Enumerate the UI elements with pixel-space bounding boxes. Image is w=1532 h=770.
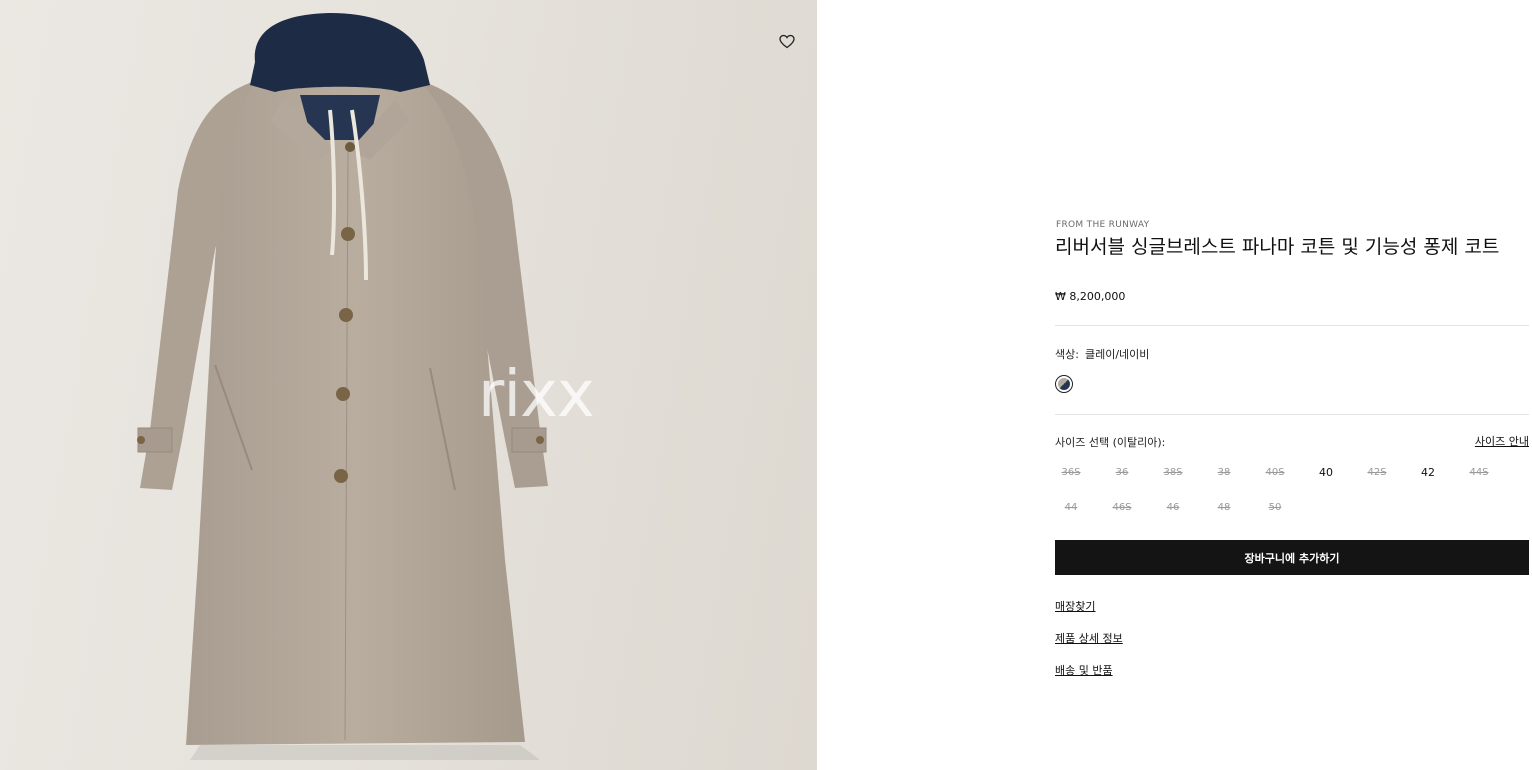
size-guide-link[interactable]: 사이즈 안내 (1475, 433, 1529, 449)
size-label: 사이즈 선택 (이탈리아): (1055, 436, 1166, 449)
color-selection: 색상: 클레이/네이비 (1055, 346, 1149, 362)
shipping-returns-link[interactable]: 배송 및 반품 (1055, 662, 1113, 678)
size-option[interactable]: 36S (1054, 460, 1088, 486)
size-option[interactable]: 38S (1156, 460, 1190, 486)
size-option[interactable]: 50 (1258, 495, 1292, 521)
add-to-cart-button[interactable]: 장바구니에 추가하기 (1055, 540, 1529, 575)
size-option[interactable]: 44S (1462, 460, 1496, 486)
product-image: rixx (0, 0, 817, 770)
color-swatch-clay-navy[interactable] (1055, 375, 1073, 393)
size-option[interactable]: 38 (1207, 460, 1241, 486)
product-price: ₩ 8,200,000 (1055, 290, 1126, 303)
size-option[interactable]: 48 (1207, 495, 1241, 521)
color-value: 클레이/네이비 (1084, 348, 1150, 361)
swatch-dot (1058, 378, 1070, 390)
size-option[interactable]: 46 (1156, 495, 1190, 521)
divider (1055, 325, 1529, 326)
product-title: 리버서블 싱글브레스트 파나마 코튼 및 기능성 퐁제 코트 (1055, 236, 1500, 258)
wishlist-heart-icon[interactable] (776, 30, 798, 52)
watermark: rixx (478, 358, 595, 432)
divider (1055, 414, 1529, 415)
size-option[interactable]: 46S (1105, 495, 1139, 521)
size-option[interactable]: 36 (1105, 460, 1139, 486)
size-option[interactable]: 40 (1309, 460, 1343, 486)
coat-illustration (137, 13, 548, 760)
size-option[interactable]: 42S (1360, 460, 1394, 486)
size-option[interactable]: 40S (1258, 460, 1292, 486)
product-details-link[interactable]: 제품 상세 정보 (1055, 630, 1123, 646)
size-option[interactable]: 42 (1411, 460, 1445, 486)
store-locator-link[interactable]: 매장찾기 (1055, 598, 1095, 614)
size-option[interactable]: 44 (1054, 495, 1088, 521)
product-info-panel: FROM THE RUNWAY 리버서블 싱글브레스트 파나마 코튼 및 기능성… (1055, 0, 1529, 770)
collection-tag: FROM THE RUNWAY (1056, 220, 1150, 230)
color-label: 색상: (1055, 348, 1079, 361)
